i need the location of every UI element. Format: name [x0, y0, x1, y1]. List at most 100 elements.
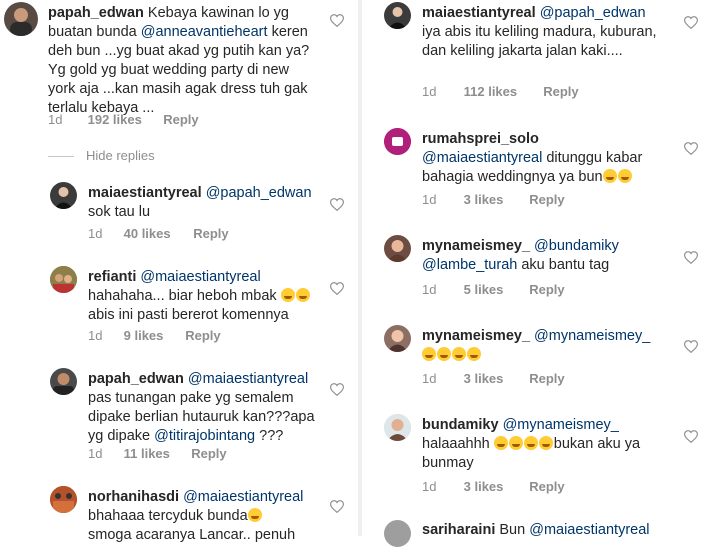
- column-divider: [358, 0, 362, 536]
- mention-link[interactable]: @papah_edwan: [540, 5, 646, 21]
- comment-username[interactable]: rumahsprei_solo: [422, 131, 539, 147]
- heart-outline-icon[interactable]: [684, 16, 698, 29]
- comment-body: hahahaha... biar heboh mbak: [88, 288, 277, 304]
- heart-outline-icon[interactable]: [330, 500, 344, 513]
- laughing-emoji-icon: [467, 347, 481, 361]
- comment-text: maiaestiantyreal @papah_edwan sok tau lu: [88, 184, 316, 222]
- reply-button[interactable]: Reply: [185, 328, 220, 343]
- avatar[interactable]: [50, 182, 77, 209]
- mention-link[interactable]: @mynameismey_: [503, 417, 619, 433]
- heart-outline-icon[interactable]: [684, 251, 698, 264]
- comment-text: maiaestiantyreal @papah_edwan iya abis i…: [422, 4, 680, 61]
- likes-count[interactable]: 112 likes: [464, 84, 540, 99]
- likes-count[interactable]: 3 likes: [464, 371, 526, 386]
- avatar[interactable]: [4, 2, 38, 36]
- laughing-emoji-icon: [247, 508, 262, 522]
- heart-outline-icon[interactable]: [330, 14, 344, 27]
- comment-text: mynameismey_ @bundamiky @lambe_turah aku…: [422, 237, 680, 275]
- comment-username[interactable]: maiaestiantyreal: [88, 185, 202, 201]
- comment-text: bundamiky @mynameismey_ halaaahhh bukan …: [422, 416, 680, 473]
- mention-link[interactable]: @maiaestiantyreal: [422, 150, 542, 166]
- comment-meta: 1d 3 likes Reply: [422, 192, 565, 207]
- timestamp: 1d: [422, 192, 437, 207]
- comment-username[interactable]: maiaestiantyreal: [422, 5, 536, 21]
- reply-button[interactable]: Reply: [529, 192, 564, 207]
- comment-username[interactable]: refianti: [88, 269, 136, 285]
- comment-body: ???: [259, 428, 284, 444]
- hide-replies-button[interactable]: Hide replies: [48, 148, 155, 163]
- avatar[interactable]: [384, 128, 411, 155]
- likes-count[interactable]: 11 likes: [124, 446, 188, 461]
- laughing-emoji-icon: [437, 347, 451, 361]
- comment-username[interactable]: bundamiky: [422, 417, 499, 433]
- reply-button[interactable]: Reply: [529, 282, 564, 297]
- mention-link[interactable]: @maiaestiantyreal: [140, 269, 260, 285]
- likes-count[interactable]: 5 likes: [464, 282, 526, 297]
- likes-count[interactable]: 40 likes: [124, 226, 190, 241]
- reply-button[interactable]: Reply: [529, 479, 564, 494]
- comment-username[interactable]: norhanihasdi: [88, 489, 179, 505]
- likes-count[interactable]: 3 likes: [464, 192, 526, 207]
- comment-body: abis ini pasti bererot komennya: [88, 307, 289, 323]
- heart-outline-icon[interactable]: [684, 430, 698, 443]
- reply-button[interactable]: Reply: [193, 226, 228, 241]
- likes-count[interactable]: 192 likes: [88, 112, 160, 127]
- likes-count[interactable]: 3 likes: [464, 479, 526, 494]
- mention-link[interactable]: @lambe_turah: [422, 257, 517, 273]
- comment-text: norhanihasdi @maiaestiantyreal bhahaaa t…: [88, 488, 316, 545]
- divider: [48, 156, 74, 158]
- mention-link[interactable]: @anneavantieheart: [141, 24, 268, 40]
- comment-username[interactable]: mynameismey_: [422, 328, 530, 344]
- timestamp: 1d: [422, 479, 437, 494]
- mention-link[interactable]: @maiaestiantyreal: [188, 371, 308, 387]
- timestamp: 1d: [88, 226, 103, 241]
- left-comment-column: papah_edwan Kebaya kawinan lo yg buatan …: [0, 0, 356, 543]
- timestamp: 1d: [88, 446, 103, 461]
- laughing-emoji-icon: [493, 436, 508, 450]
- comment-meta: 1d 3 likes Reply: [422, 371, 565, 386]
- heart-outline-icon[interactable]: [684, 340, 698, 353]
- laughing-emoji-icon: [452, 347, 466, 361]
- heart-outline-icon[interactable]: [330, 383, 344, 396]
- comment-meta: 1d 192 likes Reply: [48, 112, 199, 127]
- comment-username[interactable]: mynameismey_: [422, 238, 530, 254]
- comment-text: refianti @maiaestiantyreal hahahaha... b…: [88, 268, 316, 325]
- comment-body: bhahaaa tercyduk bunda: [88, 508, 248, 524]
- avatar[interactable]: [50, 368, 77, 395]
- mention-link[interactable]: @papah_edwan: [206, 185, 312, 201]
- avatar[interactable]: [50, 486, 77, 513]
- avatar[interactable]: [384, 2, 411, 29]
- comment-username[interactable]: papah_edwan: [88, 371, 184, 387]
- laughing-emoji-icon: [295, 288, 310, 302]
- comment-meta: 1d 3 likes Reply: [422, 479, 565, 494]
- laughing-emoji-icon: [602, 169, 617, 183]
- mention-link[interactable]: @titirajobintang: [154, 428, 255, 444]
- avatar[interactable]: [384, 520, 411, 547]
- avatar[interactable]: [384, 235, 411, 262]
- reply-button[interactable]: Reply: [529, 371, 564, 386]
- avatar[interactable]: [50, 266, 77, 293]
- comment-meta: 1d 40 likes Reply: [88, 226, 229, 241]
- avatar[interactable]: [384, 414, 411, 441]
- heart-outline-icon[interactable]: [330, 282, 344, 295]
- comment-username[interactable]: papah_edwan: [48, 5, 144, 21]
- heart-outline-icon[interactable]: [330, 198, 344, 211]
- comment-text: sariharaini Bun @maiaestiantyreal: [422, 521, 680, 540]
- mention-link[interactable]: @bundamiky: [534, 238, 619, 254]
- comment-meta: 1d 5 likes Reply: [422, 282, 565, 297]
- heart-outline-icon[interactable]: [684, 142, 698, 155]
- mention-link[interactable]: @mynameismey_: [534, 328, 650, 344]
- likes-count[interactable]: 9 likes: [124, 328, 182, 343]
- reply-button[interactable]: Reply: [163, 112, 198, 127]
- reply-button[interactable]: Reply: [191, 446, 226, 461]
- laughing-emoji-icon: [508, 436, 523, 450]
- avatar[interactable]: [384, 325, 411, 352]
- comment-text: papah_edwan @maiaestiantyreal pas tunang…: [88, 370, 316, 446]
- comment-text: mynameismey_ @mynameismey_: [422, 327, 680, 365]
- reply-button[interactable]: Reply: [543, 84, 578, 99]
- mention-link[interactable]: @maiaestiantyreal: [183, 489, 303, 505]
- laughing-emoji-icon: [538, 436, 553, 450]
- laughing-emoji-icon: [523, 436, 538, 450]
- comment-text: rumahsprei_solo @maiaestiantyreal ditung…: [422, 130, 680, 187]
- laughing-emoji-icon: [422, 347, 436, 361]
